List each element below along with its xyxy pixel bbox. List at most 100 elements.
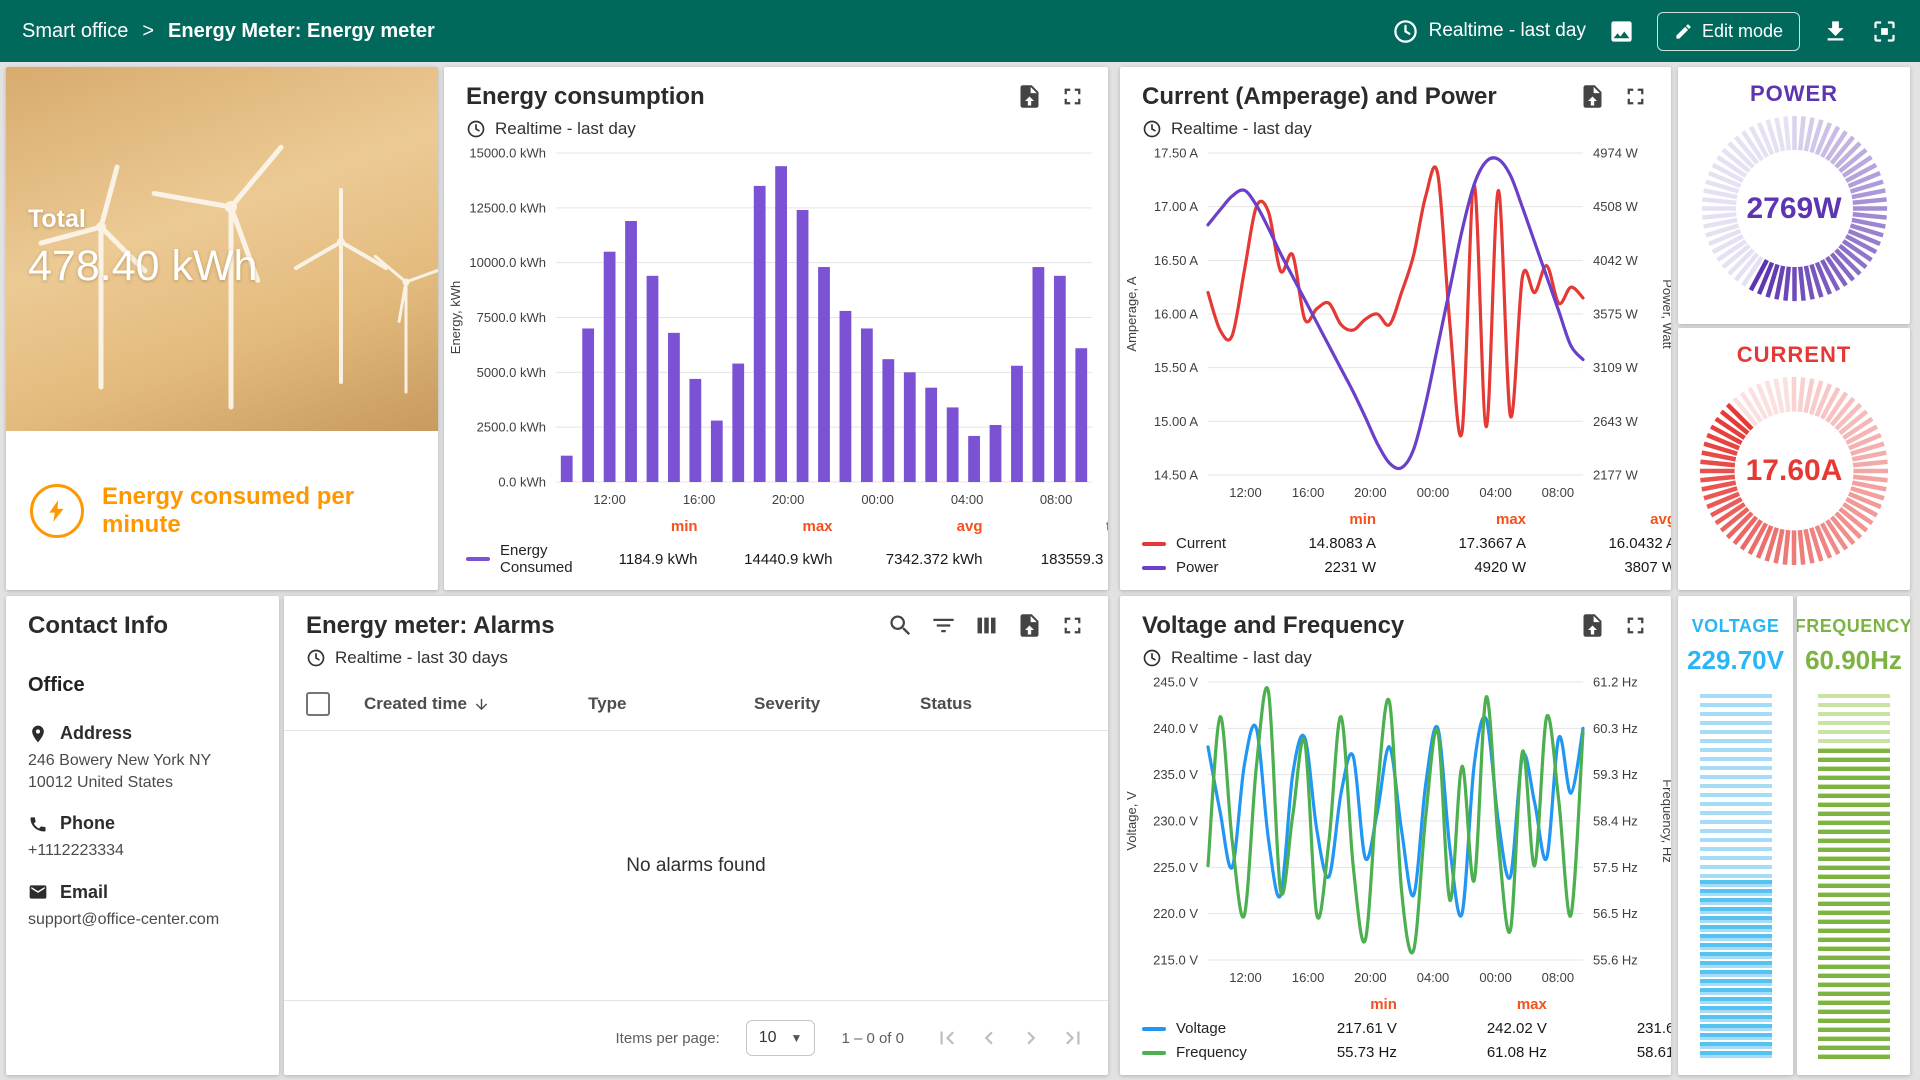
alarms-table-header: Created time Type Severity Status xyxy=(284,678,1108,731)
first-page-button[interactable] xyxy=(930,1021,964,1055)
breadcrumb-current: Energy Meter: Energy meter xyxy=(168,20,435,43)
svg-text:245.0 V: 245.0 V xyxy=(1153,675,1198,690)
frequency-level-bar xyxy=(1818,694,1890,1059)
address-row: Address xyxy=(28,723,257,744)
svg-text:5000.0 kWh: 5000.0 kWh xyxy=(477,365,546,380)
legend-series-energy[interactable]: Energy Consumed xyxy=(466,542,573,576)
timewindow-button[interactable]: Realtime - last day xyxy=(1392,18,1586,45)
search-icon[interactable] xyxy=(887,612,914,639)
svg-text:00:00: 00:00 xyxy=(861,492,894,507)
svg-text:2643 W: 2643 W xyxy=(1593,414,1639,429)
legend-total-header: total xyxy=(983,518,1108,535)
top-toolbar: Smart office > Energy Meter: Energy mete… xyxy=(0,0,1920,62)
svg-text:17.50 A: 17.50 A xyxy=(1154,146,1198,161)
energy-total-value: 183559.3 kWh xyxy=(983,551,1108,568)
svg-text:04:00: 04:00 xyxy=(951,492,984,507)
series-marker xyxy=(466,557,490,561)
energy-per-minute-label: Energy consumed per minute xyxy=(102,483,414,539)
energy-consumption-card: Energy consumption Realtime - last day 1… xyxy=(444,67,1108,590)
column-type[interactable]: Type xyxy=(588,694,754,714)
current-power-timewindow: Realtime - last day xyxy=(1171,119,1312,139)
svg-text:15.50 A: 15.50 A xyxy=(1154,360,1198,375)
current-power-chart[interactable]: 17.50 A4974 W17.00 A4508 W16.50 A4042 W1… xyxy=(1120,141,1671,509)
wind-turbines-image: Total 478.40 kWh xyxy=(6,67,438,431)
svg-text:240.0 V: 240.0 V xyxy=(1153,721,1198,736)
contact-info-card: Contact Info Office Address 246 Bowery N… xyxy=(6,596,279,1075)
export-icon[interactable] xyxy=(1016,612,1043,639)
fullscreen-icon[interactable] xyxy=(1059,612,1086,639)
frequency-gauge-value: 60.90Hz xyxy=(1805,645,1902,676)
page-range-label: 1 – 0 of 0 xyxy=(841,1030,904,1047)
svg-text:10000.0 kWh: 10000.0 kWh xyxy=(469,255,546,270)
items-per-page-select[interactable]: 10 ▼ xyxy=(746,1020,816,1056)
energy-consumption-title: Energy consumption xyxy=(466,83,705,111)
power-gauge: 2769W xyxy=(1697,111,1892,306)
svg-text:04:00: 04:00 xyxy=(1417,970,1450,985)
svg-text:12:00: 12:00 xyxy=(593,492,626,507)
clock-icon xyxy=(466,119,486,139)
pencil-icon xyxy=(1674,22,1693,41)
svg-text:Voltage, V: Voltage, V xyxy=(1124,791,1139,851)
energy-max-value: 14440.9 kWh xyxy=(698,551,833,568)
column-created-time[interactable]: Created time xyxy=(364,694,588,714)
svg-text:16:00: 16:00 xyxy=(1292,970,1325,985)
fit-screen-icon[interactable] xyxy=(1871,18,1898,45)
svg-text:12500.0 kWh: 12500.0 kWh xyxy=(469,200,546,215)
phone-row: Phone xyxy=(28,813,257,834)
email-value[interactable]: support@office-center.com xyxy=(28,909,257,931)
svg-text:16:00: 16:00 xyxy=(1292,485,1325,500)
svg-text:56.5 Hz: 56.5 Hz xyxy=(1593,906,1638,921)
lightning-icon xyxy=(30,484,84,538)
filter-icon[interactable] xyxy=(930,612,957,639)
power-gauge-title: POWER xyxy=(1750,81,1838,107)
clock-icon xyxy=(1142,648,1162,668)
select-all-checkbox[interactable] xyxy=(306,692,330,716)
fullscreen-icon[interactable] xyxy=(1059,83,1086,110)
current-gauge-card: CURRENT 17.60A xyxy=(1678,328,1910,590)
export-icon[interactable] xyxy=(1016,83,1043,110)
column-severity[interactable]: Severity xyxy=(754,694,920,714)
export-icon[interactable] xyxy=(1579,83,1606,110)
image-gallery-icon[interactable] xyxy=(1608,18,1635,45)
svg-text:15000.0 kWh: 15000.0 kWh xyxy=(469,146,546,161)
clock-icon xyxy=(1392,18,1419,45)
svg-text:16.00 A: 16.00 A xyxy=(1154,307,1198,322)
total-value: 478.40 kWh xyxy=(28,242,257,291)
export-icon[interactable] xyxy=(1579,612,1606,639)
dashboard: Smart office > Energy Meter: Energy mete… xyxy=(0,0,1920,1080)
legend-series-current[interactable]: Current xyxy=(1142,535,1226,552)
download-icon[interactable] xyxy=(1822,18,1849,45)
legend-max-header: max xyxy=(698,518,833,535)
sort-desc-icon xyxy=(473,696,490,713)
legend-min-header: min xyxy=(573,518,698,535)
last-page-button[interactable] xyxy=(1056,1021,1090,1055)
chevron-down-icon: ▼ xyxy=(791,1031,803,1045)
svg-text:08:00: 08:00 xyxy=(1542,485,1575,500)
svg-text:14.50 A: 14.50 A xyxy=(1154,468,1198,483)
phone-value: +1112223334 xyxy=(28,840,257,862)
energy-consumption-chart[interactable]: 15000.0 kWh12500.0 kWh10000.0 kWh7500.0 … xyxy=(444,141,1108,516)
alarms-timewindow: Realtime - last 30 days xyxy=(335,648,508,668)
legend-series-power[interactable]: Power xyxy=(1142,559,1226,576)
svg-text:59.3 Hz: 59.3 Hz xyxy=(1593,767,1638,782)
columns-icon[interactable] xyxy=(973,612,1000,639)
legend-series-frequency[interactable]: Frequency xyxy=(1142,1044,1247,1061)
voltage-frequency-chart[interactable]: 245.0 V61.2 Hz240.0 V60.3 Hz235.0 V59.3 … xyxy=(1120,670,1671,994)
edit-mode-button[interactable]: Edit mode xyxy=(1657,12,1800,51)
svg-text:Frequency, Hz: Frequency, Hz xyxy=(1660,779,1671,863)
edit-mode-label: Edit mode xyxy=(1702,21,1783,42)
breadcrumb-root[interactable]: Smart office xyxy=(22,20,128,43)
items-per-page-label: Items per page: xyxy=(616,1030,720,1047)
svg-text:15.00 A: 15.00 A xyxy=(1154,414,1198,429)
location-pin-icon xyxy=(28,724,48,744)
column-status[interactable]: Status xyxy=(920,694,1086,714)
alarms-card: Energy meter: Alarms xyxy=(284,596,1108,1075)
previous-page-button[interactable] xyxy=(972,1021,1006,1055)
energy-per-minute-row: Energy consumed per minute xyxy=(6,431,438,590)
svg-text:08:00: 08:00 xyxy=(1542,970,1575,985)
legend-series-voltage[interactable]: Voltage xyxy=(1142,1020,1247,1037)
next-page-button[interactable] xyxy=(1014,1021,1048,1055)
fullscreen-icon[interactable] xyxy=(1622,83,1649,110)
fullscreen-icon[interactable] xyxy=(1622,612,1649,639)
svg-text:57.5 Hz: 57.5 Hz xyxy=(1593,860,1638,875)
